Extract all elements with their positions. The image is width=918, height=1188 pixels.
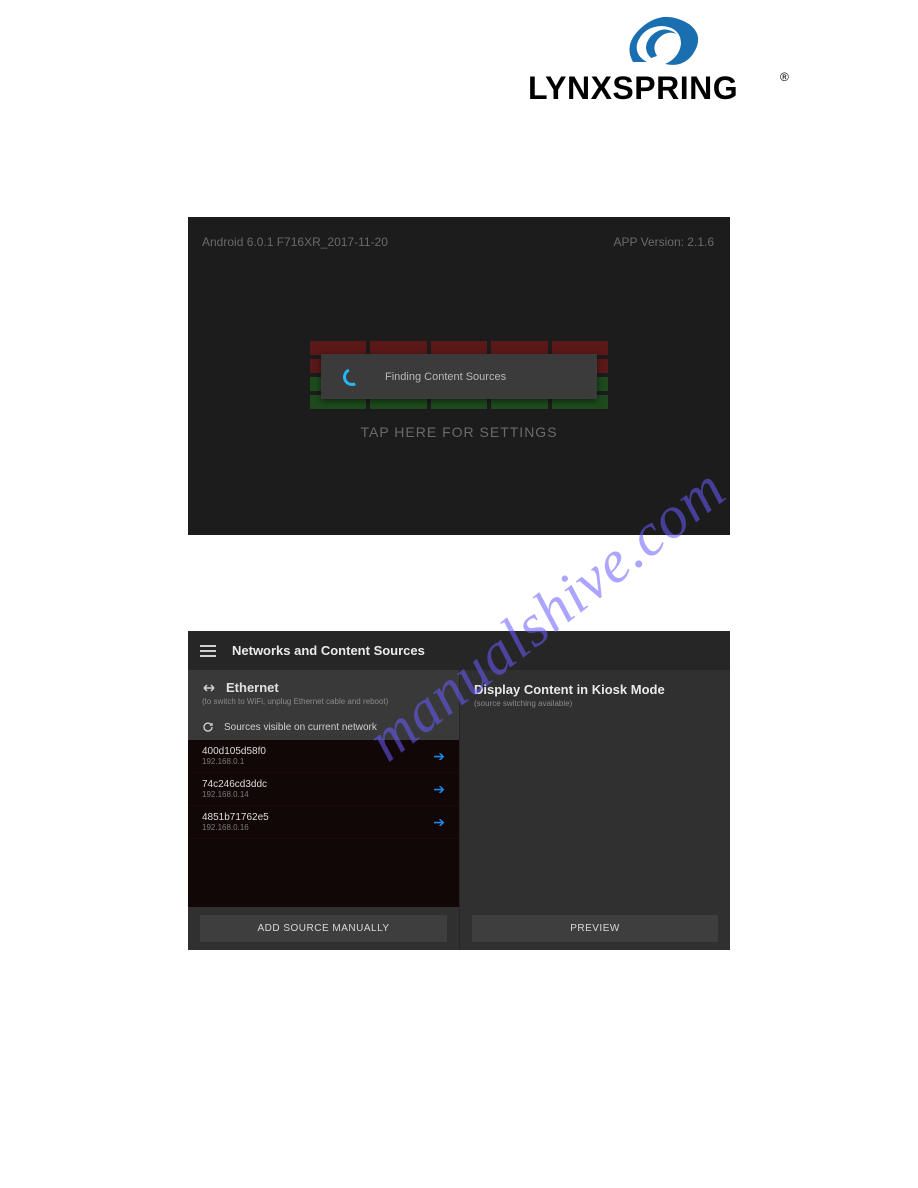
ethernet-row: Ethernet bbox=[188, 670, 459, 697]
app-header: Networks and Content Sources bbox=[188, 631, 730, 670]
android-version-text: Android 6.0.1 F716XR_2017-11-20 bbox=[202, 235, 388, 249]
ethernet-icon bbox=[202, 681, 216, 695]
header-title: Networks and Content Sources bbox=[232, 643, 425, 658]
arrow-right-icon: ➔ bbox=[433, 748, 445, 765]
source-name: 400d105d58f0 bbox=[202, 746, 266, 757]
source-ip: 192.168.0.14 bbox=[202, 790, 267, 799]
ethernet-label: Ethernet bbox=[226, 680, 279, 695]
loading-toast: Finding Content Sources bbox=[321, 354, 597, 399]
source-ip: 192.168.0.16 bbox=[202, 823, 269, 832]
right-panel-fill bbox=[460, 708, 730, 907]
left-button-wrap: ADD SOURCE MANUALLY bbox=[188, 907, 459, 950]
source-list: 400d105d58f0 192.168.0.1 ➔ 74c246cd3ddc … bbox=[188, 740, 459, 839]
source-ip: 192.168.0.1 bbox=[202, 757, 266, 766]
source-name: 4851b71762e5 bbox=[202, 812, 269, 823]
hamburger-menu-icon[interactable] bbox=[200, 645, 216, 657]
source-item[interactable]: 74c246cd3ddc 192.168.0.14 ➔ bbox=[188, 773, 459, 806]
screenshot-networks-sources: Networks and Content Sources Ethernet (t… bbox=[188, 631, 730, 950]
add-source-button[interactable]: ADD SOURCE MANUALLY bbox=[200, 915, 447, 942]
loading-toast-text: Finding Content Sources bbox=[385, 371, 506, 383]
app-body: Ethernet (to switch to WiFi, unplug Ethe… bbox=[188, 670, 730, 950]
logo-brand-text: LYNXSPRING bbox=[528, 70, 738, 107]
source-item[interactable]: 400d105d58f0 192.168.0.1 ➔ bbox=[188, 740, 459, 773]
logo-swirl-icon bbox=[623, 14, 701, 70]
refresh-sources-row[interactable]: Sources visible on current network bbox=[188, 714, 459, 740]
source-item[interactable]: 4851b71762e5 192.168.0.16 ➔ bbox=[188, 806, 459, 839]
refresh-label: Sources visible on current network bbox=[224, 722, 377, 733]
refresh-icon bbox=[202, 721, 214, 733]
left-panel-fill bbox=[188, 839, 459, 907]
right-button-wrap: PREVIEW bbox=[460, 907, 730, 950]
arrow-right-icon: ➔ bbox=[433, 781, 445, 798]
arrow-right-icon: ➔ bbox=[433, 814, 445, 831]
app-version-text: APP Version: 2.1.6 bbox=[613, 235, 714, 249]
lynxspring-logo: LYNXSPRING ® bbox=[528, 14, 788, 100]
source-name: 74c246cd3ddc bbox=[202, 779, 267, 790]
screenshot-finding-sources: Android 6.0.1 F716XR_2017-11-20 APP Vers… bbox=[188, 217, 730, 535]
preview-button[interactable]: PREVIEW bbox=[472, 915, 718, 942]
kiosk-subtitle: (source switching available) bbox=[460, 699, 730, 708]
left-panel: Ethernet (to switch to WiFi, unplug Ethe… bbox=[188, 670, 459, 950]
ethernet-note: (to switch to WiFi, unplug Ethernet cabl… bbox=[188, 697, 459, 714]
logo-registered-mark: ® bbox=[780, 70, 789, 84]
tap-settings-button[interactable]: TAP HERE FOR SETTINGS bbox=[188, 424, 730, 440]
right-panel: Display Content in Kiosk Mode (source sw… bbox=[459, 670, 730, 950]
spinner-icon bbox=[340, 365, 363, 388]
kiosk-title: Display Content in Kiosk Mode bbox=[460, 670, 730, 699]
status-bar-row-red bbox=[310, 341, 608, 355]
